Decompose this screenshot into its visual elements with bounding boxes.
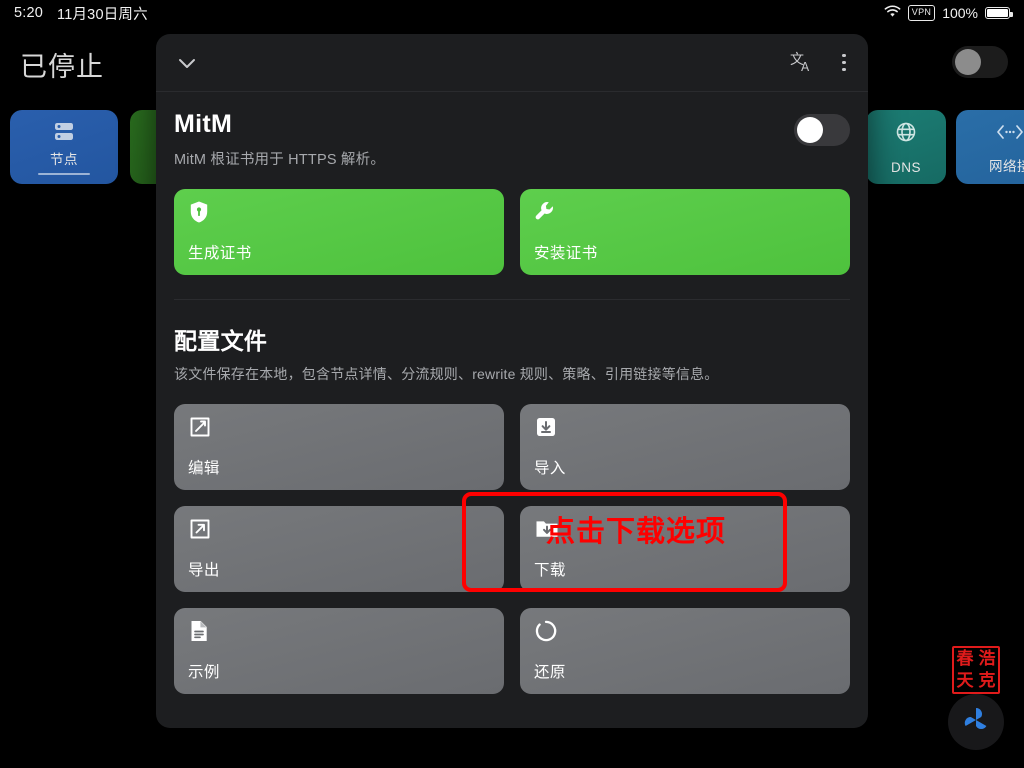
wifi-icon — [884, 5, 901, 21]
profile-section: 配置文件 该文件保存在本地，包含节点详情、分流规则、rewrite 规则、策略、… — [174, 322, 850, 384]
profile-subtitle: 该文件保存在本地，包含节点详情、分流规则、rewrite 规则、策略、引用链接等… — [174, 366, 719, 382]
generate-certificate-button[interactable]: 生成证书 — [174, 189, 504, 275]
status-date: 11月30日周六 — [57, 6, 148, 23]
status-bar: 5:20 11月30日周六 VPN 100% — [0, 0, 1024, 26]
battery-full-icon — [985, 7, 1013, 19]
panel-header-actions: 文 A — [790, 51, 846, 75]
export-arrow-icon — [188, 517, 490, 541]
translate-icon[interactable]: 文 A — [790, 51, 816, 75]
annotation-text: 点击下载选项 — [546, 514, 727, 548]
download-label: 下载 — [534, 562, 566, 579]
active-underline — [38, 173, 90, 175]
code-brackets-icon — [995, 119, 1024, 145]
floating-action-button[interactable] — [948, 694, 1004, 750]
example-label: 示例 — [188, 664, 220, 681]
toggle-knob — [955, 49, 981, 75]
status-bar-right: VPN 100% — [884, 5, 1013, 21]
import-label: 导入 — [534, 460, 566, 477]
more-vertical-icon[interactable] — [842, 53, 846, 72]
profile-buttons-grid: 编辑 导入 导出 下载 示例 还原 — [174, 404, 850, 694]
profile-title: 配置文件 — [174, 328, 268, 354]
import-button[interactable]: 导入 — [520, 404, 850, 490]
settings-panel: 文 A MitM MitM 根证书用于 HTTPS 解析。 生成证书 安装证书 … — [156, 34, 868, 728]
shield-key-icon — [188, 200, 490, 224]
server-icon — [51, 119, 77, 145]
install-certificate-button[interactable]: 安装证书 — [520, 189, 850, 275]
mitm-section-header: MitM MitM 根证书用于 HTTPS 解析。 — [174, 110, 850, 169]
panel-header: 文 A — [156, 34, 868, 92]
seal-char-1: 春 — [956, 648, 974, 669]
vpn-badge: VPN — [907, 5, 936, 21]
bg-card-node[interactable]: 节点 — [10, 110, 118, 184]
restore-button[interactable]: 还原 — [520, 608, 850, 694]
toggle-knob — [797, 117, 823, 143]
panel-body: MitM MitM 根证书用于 HTTPS 解析。 生成证书 安装证书 配置文件… — [156, 92, 868, 694]
edit-button[interactable]: 编辑 — [174, 404, 504, 490]
section-divider — [174, 299, 850, 300]
svg-text:A: A — [801, 60, 810, 74]
watermark-seal: 春 浩 天 克 — [952, 646, 1000, 694]
bg-card-network[interactable]: 网络接 — [956, 110, 1024, 184]
mitm-title: MitM — [174, 110, 233, 138]
seal-char-3: 天 — [956, 670, 974, 691]
restore-circle-icon — [534, 619, 836, 643]
mitm-subtitle: MitM 根证书用于 HTTPS 解析。 — [174, 152, 386, 168]
mitm-buttons-grid: 生成证书 安装证书 — [174, 189, 850, 275]
edit-label: 编辑 — [188, 460, 220, 477]
status-bar-left: 5:20 11月30日周六 — [14, 3, 148, 24]
wrench-icon — [534, 200, 836, 224]
restore-label: 还原 — [534, 664, 566, 681]
seal-char-4: 克 — [978, 670, 996, 691]
mitm-section-text: MitM MitM 根证书用于 HTTPS 解析。 — [174, 110, 385, 169]
globe-icon — [894, 119, 918, 145]
document-icon — [188, 619, 490, 643]
import-box-icon — [534, 415, 836, 439]
seal-char-2: 浩 — [978, 648, 996, 669]
mitm-toggle[interactable] — [794, 114, 850, 146]
battery-percent: 100% — [942, 5, 978, 21]
status-time: 5:20 — [14, 5, 44, 21]
bg-card-node-label: 节点 — [50, 152, 78, 167]
bg-card-dns-label: DNS — [890, 160, 921, 175]
bg-card-dns[interactable]: DNS — [866, 110, 946, 184]
app-status-title: 已停止 — [20, 52, 104, 82]
export-label: 导出 — [188, 562, 220, 579]
app-master-toggle[interactable] — [952, 46, 1008, 78]
screen: 5:20 11月30日周六 VPN 100% 已停止 节点 DNS 网络 春 浩… — [0, 0, 1024, 768]
edit-square-icon — [188, 415, 490, 439]
chevron-down-icon[interactable] — [174, 50, 200, 76]
propeller-icon — [961, 705, 991, 740]
bg-card-network-label: 网络接 — [989, 159, 1024, 174]
generate-certificate-label: 生成证书 — [188, 245, 252, 262]
export-button[interactable]: 导出 — [174, 506, 504, 592]
example-button[interactable]: 示例 — [174, 608, 504, 694]
install-certificate-label: 安装证书 — [534, 245, 598, 262]
